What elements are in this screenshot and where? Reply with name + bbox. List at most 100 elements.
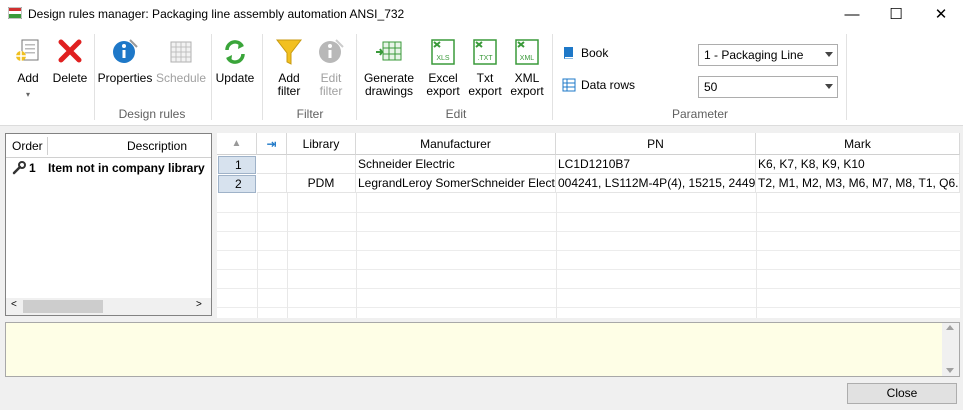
grid-line [356,193,357,318]
edit-group-label: Edit [445,107,467,121]
delete-button[interactable]: Delete [52,36,88,85]
maximize-button[interactable]: ☐ [873,0,919,28]
column-header-pn[interactable]: PN [556,133,756,155]
design-rules-group-label: Design rules [118,107,186,121]
pin-columns-icon[interactable]: ⇥ [257,133,287,155]
generate-label-2: drawings [364,84,414,98]
data-grid: ▲ ⇥ Library Manufacturer PN Mark 1 Schne… [217,133,960,318]
ribbon-separator [356,34,357,120]
funnel-icon [275,39,303,65]
xml-file-icon: XML [515,39,539,65]
add-rule-icon [16,39,39,61]
xml-label-2: export [510,84,544,98]
grid-line [217,307,960,308]
generate-drawings-button[interactable]: Generate drawings [362,36,416,98]
row-pin-cell [257,155,287,174]
edit-filter-button[interactable]: Edit filter [312,36,350,98]
list-item-description: Item not in company library [48,161,205,175]
schedule-label: Schedule [155,71,207,85]
txt-label-2: export [468,84,502,98]
horizontal-scrollbar[interactable]: < > [6,298,211,315]
book-label: Book [581,46,609,60]
cell-pn[interactable]: 004241, LS112M-4P(4), 15215, 24494,... [556,174,756,193]
add-button[interactable]: Add ▾ [10,36,46,101]
txt-export-button[interactable]: .TXT Txt export [466,36,504,98]
parameter-group-label: Parameter [671,107,729,121]
grid-line [217,212,960,213]
chevron-down-icon [825,52,833,57]
grid-line [287,193,288,318]
grid-line [257,193,258,318]
refresh-icon [225,40,245,64]
description-textbox[interactable] [5,322,960,377]
info-icon [113,39,138,63]
scroll-up-icon[interactable] [946,325,954,330]
vertical-scrollbar[interactable] [942,323,959,376]
list-header: Order Description [6,134,211,158]
close-button[interactable]: Close [847,383,957,404]
xml-export-button[interactable]: XML XML export [508,36,546,98]
cell-library[interactable] [287,155,356,174]
grid-line [217,231,960,232]
cell-manufacturer[interactable]: Schneider Electric [356,155,556,174]
scroll-down-icon[interactable] [946,368,954,373]
column-header-description[interactable]: Description [127,134,187,158]
row-number[interactable]: 1 [218,156,256,174]
info-disabled-icon [319,39,344,63]
delete-icon [58,39,82,63]
ribbon-separator [94,34,95,120]
column-header-manufacturer[interactable]: Manufacturer [356,133,556,155]
data-rows-label: Data rows [581,78,636,92]
excel-export-button[interactable]: XLS Excel export [424,36,462,98]
grid-line [217,269,960,270]
book-icon [564,47,573,59]
properties-label: Properties [97,71,153,85]
generate-drawings-icon [376,41,402,61]
grid-line [217,250,960,251]
chevron-down-icon: ▾ [25,90,30,99]
grid-line [217,288,960,289]
book-select[interactable]: 1 - Packaging Line [698,44,838,66]
list-item[interactable]: 1 Item not in company library [6,159,211,177]
data-rows-icon [562,78,576,92]
sort-header-icon[interactable]: ▲ [217,133,257,155]
add-filter-button[interactable]: Add filter [270,36,308,98]
cell-manufacturer[interactable]: LegrandLeroy SomerSchneider Elect... [356,174,556,193]
data-rows-select-value: 50 [704,80,718,94]
scroll-right-icon[interactable]: > [196,299,202,310]
xls-icon-text: XLS [436,55,450,62]
update-button[interactable]: Update [215,36,255,85]
schedule-button[interactable]: Schedule [155,36,207,85]
scrollbar-thumb[interactable] [23,300,103,313]
column-header-mark[interactable]: Mark [756,133,960,155]
grid-line [756,193,757,318]
close-window-button[interactable]: ✕ [918,0,963,28]
minimize-button[interactable]: — [829,0,875,28]
delete-label: Delete [52,71,88,85]
row-number[interactable]: 2 [218,175,256,193]
list-item-order: 1 [29,161,36,175]
ribbon-toolbar: Add ▾ Delete Properties Schedule Design … [0,28,963,126]
properties-button[interactable]: Properties [97,36,153,85]
ribbon-separator [211,34,212,120]
data-rows-select[interactable]: 50 [698,76,838,98]
book-select-value: 1 - Packaging Line [704,48,804,62]
scroll-left-icon[interactable]: < [11,299,17,310]
cell-pn[interactable]: LC1D1210B7 [556,155,756,174]
update-label: Update [215,71,255,85]
book-field-label: Book [562,46,608,60]
cell-library[interactable]: PDM [287,174,356,193]
cell-mark[interactable]: K6, K7, K8, K9, K10 [756,155,960,174]
filter-group-label: Filter [296,107,324,121]
app-icon [8,7,22,19]
wrench-icon [12,161,26,175]
design-rules-list: Order Description 1 Item not in company … [5,133,212,316]
cell-mark[interactable]: T2, M1, M2, M3, M6, M7, M8, T1, Q6... [756,174,960,193]
column-header-library[interactable]: Library [287,133,356,155]
edit-filter-label-2: filter [319,84,343,98]
txt-file-icon: .TXT [473,39,497,65]
data-rows-field-label: Data rows [562,78,635,92]
row-pin-cell [257,174,287,193]
column-header-order[interactable]: Order [12,134,43,158]
xml-icon-text: XML [520,55,535,62]
